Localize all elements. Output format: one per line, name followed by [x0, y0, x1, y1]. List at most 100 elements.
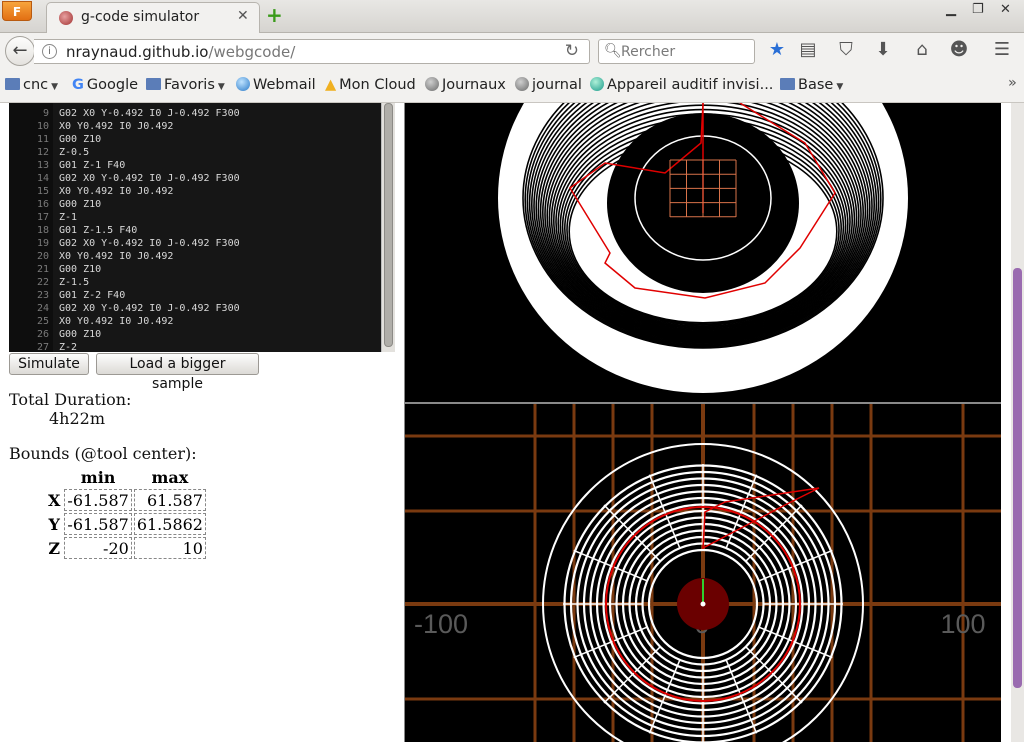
bounds-table: min max X -61.587 61.587 Y -61.587 61.58… [44, 465, 208, 561]
line-code: X0 Y0.492 I0 J0.492 [59, 251, 174, 262]
page-scrollbar[interactable] [1011, 103, 1024, 742]
line-code: G01 Z-1.5 F40 [59, 225, 138, 236]
bookmark-base[interactable]: Base ▼ [780, 77, 843, 93]
line-number: 22 [36, 277, 49, 288]
bookmarks-list-icon[interactable]: ▤ [796, 39, 820, 60]
hello-icon[interactable]: ☻ [947, 39, 971, 60]
search-bar[interactable]: 🔍︎ [598, 39, 755, 64]
back-button[interactable]: ← [5, 36, 35, 66]
code-line[interactable]: 27 Z-2 [9, 341, 77, 352]
top-view-viewport[interactable]: -1000100 [405, 404, 1001, 742]
line-number: 25 [36, 316, 49, 327]
line-code: G02 X0 Y-0.492 I0 J-0.492 F300 [59, 108, 240, 119]
line-code: G00 Z10 [59, 329, 102, 340]
line-code: G02 X0 Y-0.492 I0 J-0.492 F300 [59, 173, 240, 184]
bookmark-favoris[interactable]: Favoris ▼ [146, 77, 225, 93]
line-number: 12 [36, 147, 49, 158]
bookmark-appareil-auditif[interactable]: Appareil auditif invisi... [590, 77, 773, 93]
code-line[interactable]: 25 X0 Y0.492 I0 J0.492 [9, 315, 173, 328]
more-bookmarks-icon[interactable]: » [1008, 75, 1017, 91]
pocket-icon[interactable]: ⛉ [834, 39, 858, 60]
total-duration-label: Total Duration: [9, 390, 132, 409]
folder-icon [146, 78, 161, 90]
firefox-menu-button[interactable]: F [2, 1, 32, 21]
site-info-icon[interactable]: i [42, 44, 57, 59]
tab-gcode-simulator[interactable]: g-code simulator ✕ [46, 2, 260, 33]
line-code: G02 X0 Y-0.492 I0 J-0.492 F300 [59, 238, 240, 249]
line-code: X0 Y0.492 I0 J0.492 [59, 316, 174, 327]
folder-icon [5, 78, 20, 90]
globe-icon [425, 77, 439, 91]
code-line[interactable]: 26 G00 Z10 [9, 328, 101, 341]
search-icon: 🔍︎ [604, 43, 622, 59]
control-panel: 9 G02 X0 Y-0.492 I0 J-0.492 F300 10 X0 Y0.4… [0, 103, 404, 742]
bounds-corner [46, 467, 62, 487]
minimize-window-icon[interactable]: ▁ [946, 2, 956, 17]
top-view-canvas: -1000100 [405, 404, 1001, 742]
code-line[interactable]: 22 Z-1.5 [9, 276, 89, 289]
globe-icon [236, 77, 250, 91]
editor-scrollbar[interactable] [381, 103, 395, 352]
bounds-min-value: -61.587 [64, 489, 132, 511]
url-bar[interactable]: i nraynaud.github.io/webgcode/ ↻ [34, 39, 590, 64]
code-line[interactable]: 9 G02 X0 Y-0.492 I0 J-0.492 F300 [9, 107, 240, 120]
editor-scroll-thumb[interactable] [384, 103, 393, 347]
downloads-icon[interactable]: ⬇ [871, 39, 895, 60]
code-line[interactable]: 12 Z-0.5 [9, 146, 89, 159]
bookmark-mon-cloud[interactable]: ▲ Mon Cloud [325, 77, 416, 93]
code-line[interactable]: 17 Z-1 [9, 211, 77, 224]
line-number: 18 [36, 225, 49, 236]
code-line[interactable]: 23 G01 Z-2 F40 [9, 289, 125, 302]
url-text: nraynaud.github.io/webgcode/ [66, 43, 296, 61]
hamburger-menu-icon[interactable]: ☰ [990, 39, 1014, 60]
bounds-label: Bounds (@tool center): [9, 444, 197, 463]
code-line[interactable]: 21 G00 Z10 [9, 263, 101, 276]
code-line[interactable]: 14 G02 X0 Y-0.492 I0 J-0.492 F300 [9, 172, 240, 185]
bounds-row-y: Y -61.587 61.5862 [46, 513, 206, 535]
column-min: min [80, 467, 116, 487]
line-code: G01 Z-2 F40 [59, 290, 126, 301]
close-window-icon[interactable]: ✕ [1000, 2, 1011, 17]
axis-tick-label: 100 [940, 609, 985, 639]
dropdown-caret-icon: ▼ [217, 82, 225, 92]
bounds-row-x: X -61.587 61.587 [46, 489, 206, 511]
bookmark-journal[interactable]: journal [515, 77, 582, 93]
bookmark-journaux[interactable]: Journaux [425, 77, 506, 93]
column-max: max [151, 467, 189, 487]
restore-window-icon[interactable]: ❐ [972, 2, 984, 17]
3d-view-viewport[interactable] [405, 103, 1001, 402]
bookmark-star-icon[interactable]: ★ [765, 39, 789, 60]
new-tab-button[interactable]: + [266, 3, 283, 27]
line-number: 15 [36, 186, 49, 197]
simulate-button[interactable]: Simulate [9, 353, 89, 375]
code-line[interactable]: 20 X0 Y0.492 I0 J0.492 [9, 250, 173, 263]
bookmark-webmail[interactable]: Webmail [236, 77, 316, 93]
search-input[interactable] [621, 41, 751, 62]
load-bigger-sample-button[interactable]: Load a bigger sample [96, 353, 259, 392]
page-content: 9 G02 X0 Y-0.492 I0 J-0.492 F300 10 X0 Y0.4… [0, 103, 1024, 742]
code-line[interactable]: 16 G00 Z10 [9, 198, 101, 211]
gcode-editor[interactable]: 9 G02 X0 Y-0.492 I0 J-0.492 F300 10 X0 Y0.4… [9, 103, 395, 352]
code-line[interactable]: 19 G02 X0 Y-0.492 I0 J-0.492 F300 [9, 237, 240, 250]
line-code: G02 X0 Y-0.492 I0 J-0.492 F300 [59, 303, 240, 314]
code-line[interactable]: 13 G01 Z-1 F40 [9, 159, 125, 172]
line-code: X0 Y0.492 I0 J0.492 [59, 186, 174, 197]
code-line[interactable]: 18 G01 Z-1.5 F40 [9, 224, 137, 237]
reload-icon[interactable]: ↻ [565, 41, 579, 61]
tab-bar: F g-code simulator ✕ + ▁ ❐ ✕ [0, 0, 1024, 33]
code-line[interactable]: 24 G02 X0 Y-0.492 I0 J-0.492 F300 [9, 302, 240, 315]
code-line[interactable]: 10 X0 Y0.492 I0 J0.492 [9, 120, 173, 133]
cloud-icon: ▲ [325, 77, 337, 93]
bookmark-cnc[interactable]: cnc ▼ [5, 77, 58, 93]
page-scroll-thumb[interactable] [1013, 268, 1022, 688]
google-icon: G [72, 77, 84, 93]
code-line[interactable]: 15 X0 Y0.492 I0 J0.492 [9, 185, 173, 198]
line-number: 26 [36, 329, 49, 340]
code-line[interactable]: 11 G00 Z10 [9, 133, 101, 146]
close-tab-icon[interactable]: ✕ [237, 8, 249, 24]
total-duration-value: 4h22m [49, 409, 106, 428]
home-icon[interactable]: ⌂ [910, 39, 934, 60]
dropdown-caret-icon: ▼ [51, 82, 59, 92]
bookmark-google[interactable]: G Google [72, 77, 138, 93]
line-code: G00 Z10 [59, 134, 102, 145]
